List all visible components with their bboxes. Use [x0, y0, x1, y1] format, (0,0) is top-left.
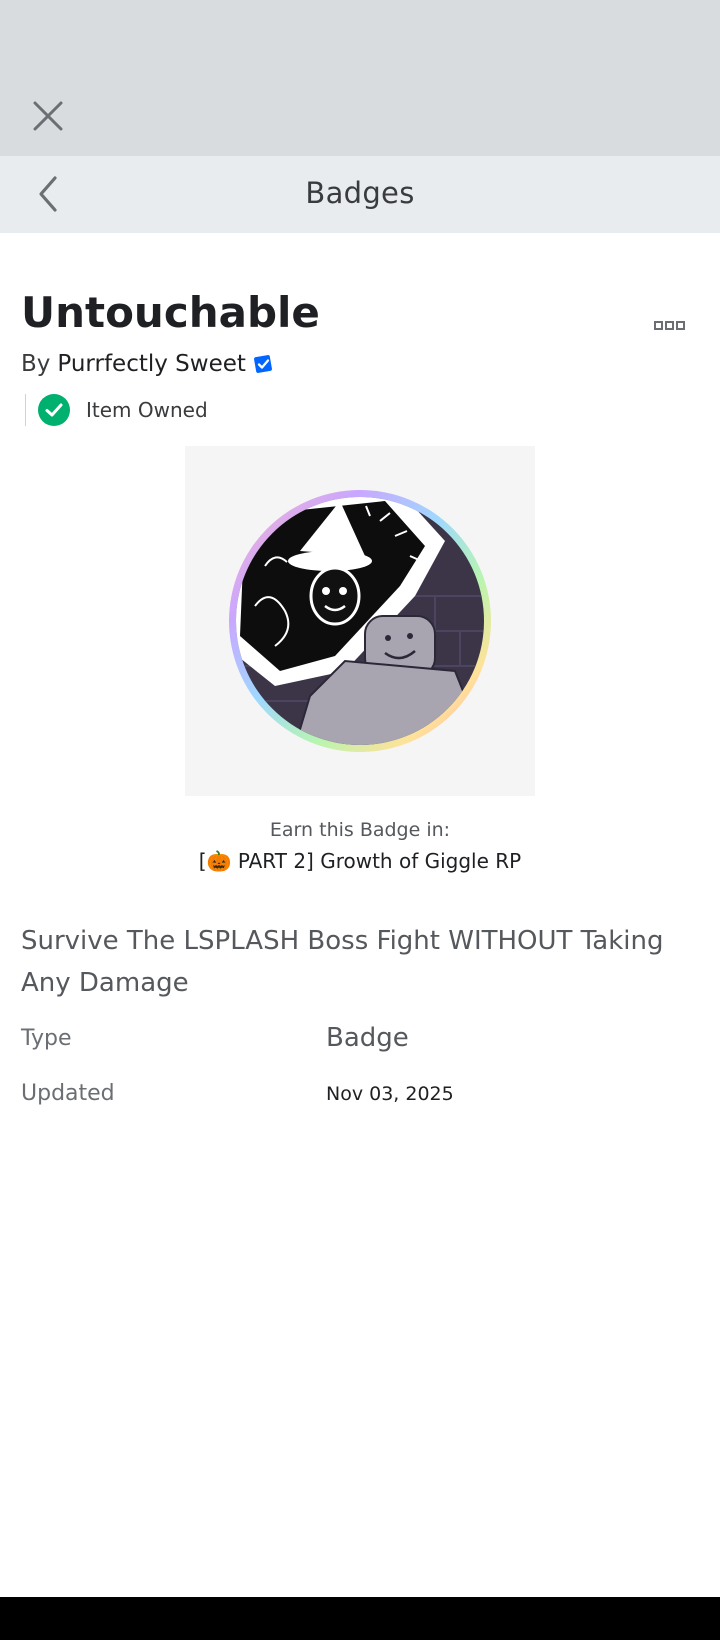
check-circle-icon	[38, 394, 70, 426]
page-title: Badges	[305, 176, 415, 210]
close-icon	[33, 101, 63, 131]
badge-artwork	[229, 490, 491, 752]
earn-label: Earn this Badge in:	[269, 819, 451, 841]
type-label: Type	[21, 1026, 72, 1051]
creator-link[interactable]: Purrfectly Sweet	[57, 351, 246, 377]
pumpkin-icon: 🎃	[206, 849, 232, 873]
badge-details: Untouchable By Purrfectly Sweet Item Own…	[0, 233, 720, 1597]
owned-label: Item Owned	[86, 398, 208, 422]
more-options-icon	[676, 321, 685, 330]
close-button[interactable]	[30, 98, 66, 134]
more-options-button[interactable]	[654, 315, 690, 331]
top-bar	[0, 0, 720, 156]
more-options-icon	[654, 321, 663, 330]
divider	[25, 394, 26, 426]
type-value: Badge	[326, 1023, 409, 1053]
more-options-icon	[665, 321, 674, 330]
creator-row: By Purrfectly Sweet	[21, 351, 274, 377]
game-link-name: PART 2] Growth of Giggle RP	[231, 849, 522, 873]
system-navigation-bar	[0, 1597, 720, 1640]
creator-prefix: By	[21, 351, 51, 377]
badge-title: Untouchable	[21, 288, 320, 337]
badge-image	[185, 446, 535, 796]
updated-label: Updated	[21, 1081, 115, 1106]
verified-badge-icon	[253, 355, 272, 373]
updated-value: Nov 03, 2025	[326, 1083, 454, 1105]
nav-bar: Badges	[0, 156, 720, 233]
badge-description: Survive The LSPLASH Boss Fight WITHOUT T…	[21, 926, 664, 998]
game-link-prefix: [	[198, 849, 207, 873]
game-link[interactable]: [🎃 PART 2] Growth of Giggle RP	[0, 849, 720, 873]
owned-status: Item Owned	[25, 391, 208, 429]
